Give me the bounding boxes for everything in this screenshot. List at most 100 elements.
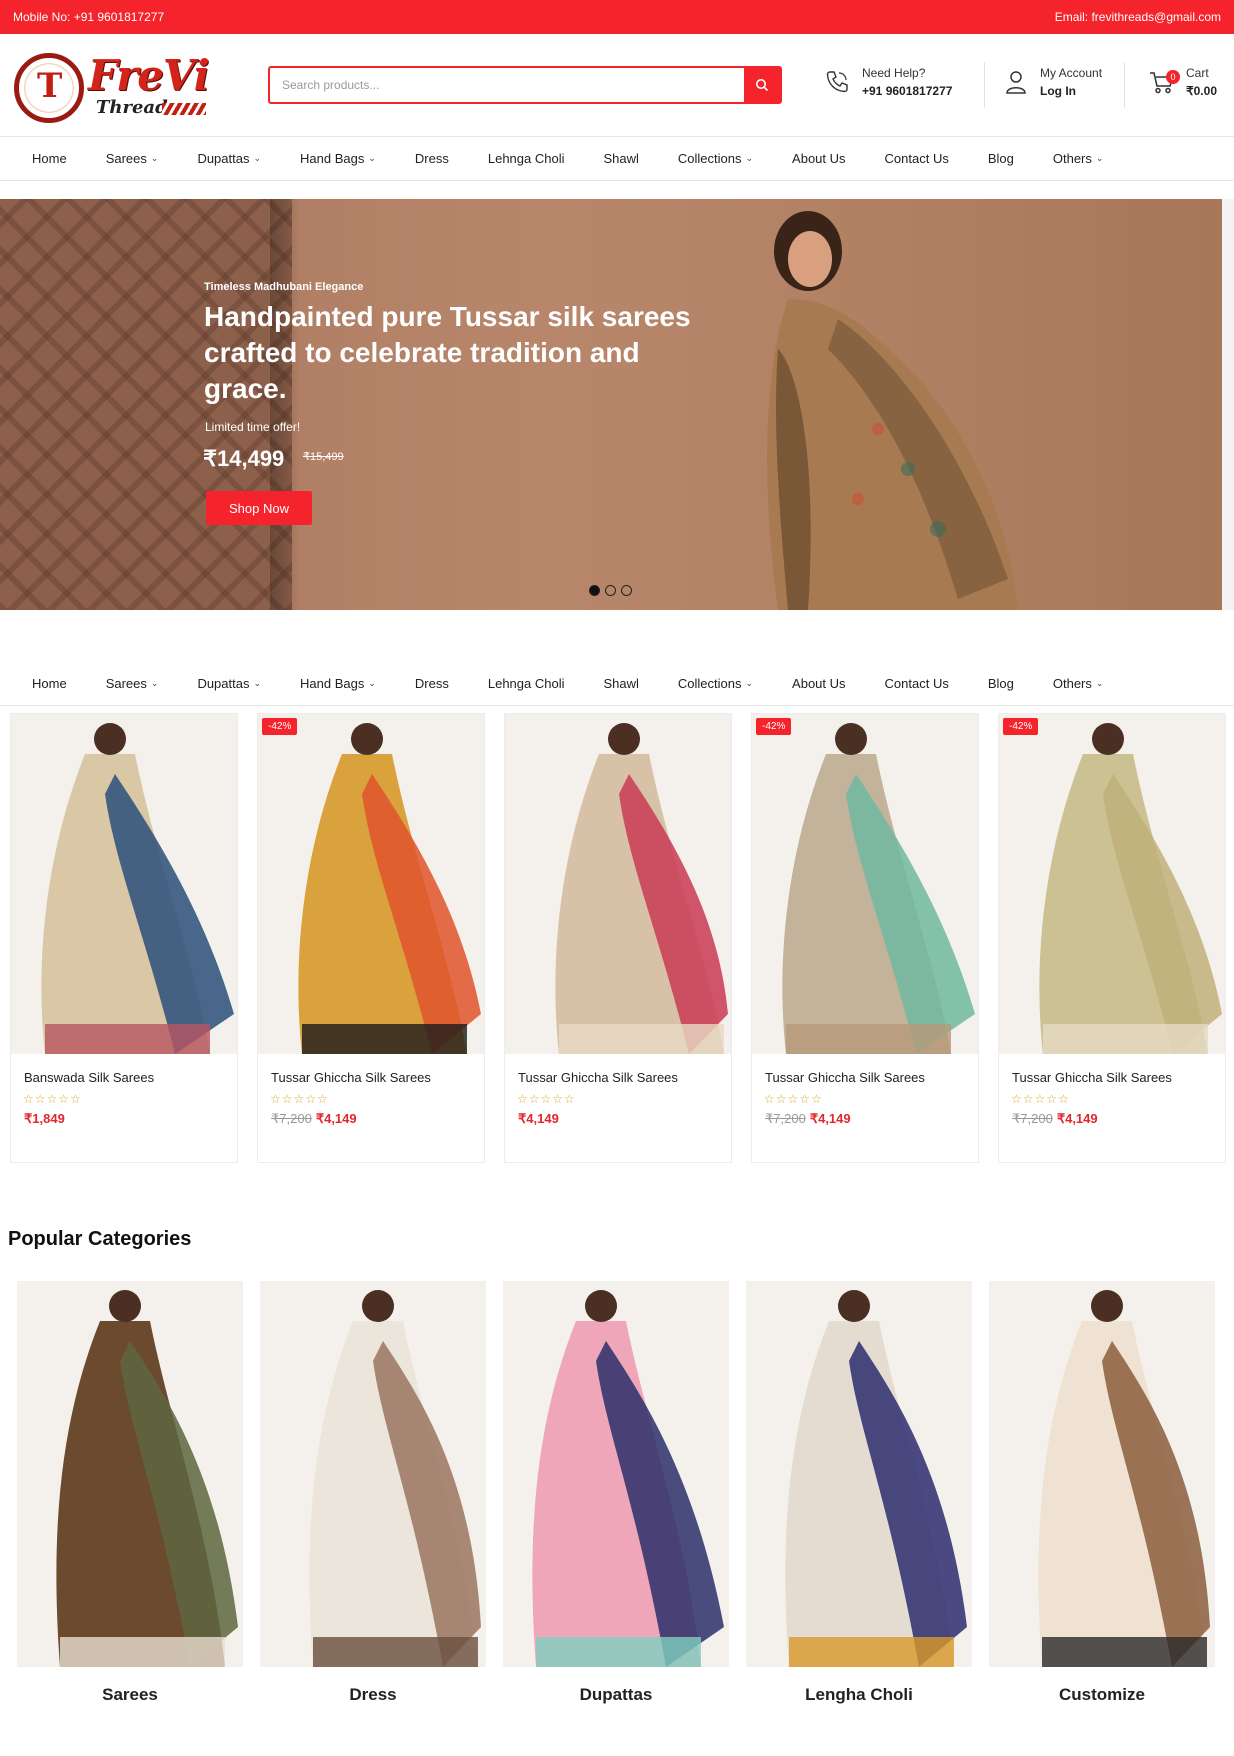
sale-price: ₹4,149 [1056, 1111, 1098, 1126]
product-image[interactable]: -42% [258, 714, 484, 1054]
category-card-dress[interactable]: Dress [260, 1281, 486, 1705]
nav-item-others[interactable]: Others ⌄ [1053, 676, 1104, 691]
chevron-down-icon: ⌄ [368, 153, 376, 163]
nav-item-collections[interactable]: Collections ⌄ [678, 676, 753, 691]
nav-item-label: Shawl [603, 151, 639, 166]
star-rating: ☆☆☆☆☆ [1011, 1092, 1070, 1106]
nav-item-label: Dress [414, 676, 449, 691]
help-phone: +91 9601817277 [862, 84, 953, 98]
product-card[interactable]: -42% Tussar Ghiccha Silk Sarees ☆☆☆☆☆ ₹7,20… [257, 713, 485, 1163]
slider-dot[interactable] [621, 585, 632, 596]
category-label[interactable]: Dress [260, 1685, 486, 1705]
sale-price: ₹4,149 [518, 1111, 559, 1126]
nav-item-blog[interactable]: Blog [988, 676, 1014, 691]
category-card-sarees[interactable]: Sarees [17, 1281, 243, 1705]
nav-item-home[interactable]: Home [32, 676, 67, 691]
product-image[interactable]: -42% [999, 714, 1225, 1054]
nav-item-about-us[interactable]: About Us [792, 676, 845, 691]
product-image[interactable] [11, 714, 237, 1054]
email-address[interactable]: Email: frevithreads@gmail.com [1055, 10, 1221, 24]
nav-item-contact-us[interactable]: Contact Us [885, 676, 949, 691]
nav-item-collections[interactable]: Collections ⌄ [678, 151, 753, 166]
old-price: ₹7,200 [1012, 1111, 1053, 1126]
discount-badge: -42% [756, 718, 792, 735]
category-image-art [260, 1281, 486, 1667]
category-label[interactable]: Sarees [17, 1685, 243, 1705]
product-name[interactable]: Tussar Ghiccha Silk Sarees [765, 1070, 925, 1085]
logo[interactable]: FreVi Threads [12, 47, 210, 123]
product-card[interactable]: Banswada Silk Sarees ☆☆☆☆☆ ₹1,849 [10, 713, 238, 1163]
product-card[interactable]: -42% Tussar Ghiccha Silk Sarees ☆☆☆☆☆ ₹7,20… [998, 713, 1226, 1163]
nav-item-about-us[interactable]: About Us [792, 151, 845, 166]
nav-item-shawl[interactable]: Shawl [603, 151, 638, 166]
nav-item-dress[interactable]: Dress [415, 151, 449, 166]
nav-item-sarees[interactable]: Sarees ⌄ [106, 151, 159, 166]
product-card[interactable]: Tussar Ghiccha Silk Sarees ☆☆☆☆☆ ₹4,149 [504, 713, 732, 1163]
category-image-art [503, 1281, 729, 1667]
cart-block[interactable]: 0 Cart ₹0.00 [1148, 66, 1217, 98]
nav-item-hand-bags[interactable]: Hand Bags ⌄ [300, 676, 376, 691]
category-label[interactable]: Customize [989, 1685, 1215, 1705]
product-price: ₹1,849 [24, 1111, 65, 1127]
nav-item-label: Sarees [105, 151, 147, 166]
category-list: Sarees Dress Dupattas Lengha Choli Customize [17, 1281, 1215, 1705]
product-name[interactable]: Tussar Ghiccha Silk Sarees [518, 1070, 678, 1085]
old-price: ₹7,200 [765, 1111, 806, 1126]
nav-item-home[interactable]: Home [32, 151, 67, 166]
category-image[interactable] [260, 1281, 486, 1667]
nav-item-lehnga-choli[interactable]: Lehnga Choli [488, 676, 565, 691]
chevron-down-icon: ⌄ [150, 153, 159, 163]
logo-stripes [162, 103, 206, 115]
shop-now-button[interactable]: Shop Now [206, 491, 312, 525]
nav-item-shawl[interactable]: Shawl [603, 676, 638, 691]
nav-item-label: Hand Bags [300, 151, 365, 166]
slider-dot[interactable] [605, 585, 616, 596]
category-card-dupattas[interactable]: Dupattas [503, 1281, 729, 1705]
nav-item-dupattas[interactable]: Dupattas ⌄ [197, 151, 261, 166]
nav-item-sarees[interactable]: Sarees ⌄ [106, 676, 159, 691]
product-price: ₹4,149 [518, 1111, 559, 1127]
product-card[interactable]: -42% Tussar Ghiccha Silk Sarees ☆☆☆☆☆ ₹7,20… [751, 713, 979, 1163]
slider-dot[interactable] [589, 585, 600, 596]
nav-item-hand-bags[interactable]: Hand Bags ⌄ [300, 151, 376, 166]
header: FreVi Threads Need Help? +91 9601817277 … [0, 34, 1234, 137]
nav-item-blog[interactable]: Blog [988, 151, 1014, 166]
popular-categories-title: Popular Categories [8, 1228, 192, 1250]
hero-old-price: ₹15,499 [303, 451, 344, 463]
nav-item-contact-us[interactable]: Contact Us [885, 151, 949, 166]
nav-item-dress[interactable]: Dress [415, 676, 449, 691]
product-image[interactable] [505, 714, 731, 1054]
category-label[interactable]: Dupattas [503, 1685, 729, 1705]
product-image[interactable]: -42% [752, 714, 978, 1054]
account-block[interactable]: My Account Log In [1004, 66, 1102, 98]
help-block[interactable]: Need Help? +91 9601817277 [824, 66, 952, 98]
product-name[interactable]: Tussar Ghiccha Silk Sarees [1012, 1070, 1172, 1085]
product-name[interactable]: Banswada Silk Sarees [24, 1070, 154, 1085]
nav-item-dupattas[interactable]: Dupattas ⌄ [197, 676, 261, 691]
sale-price: ₹4,149 [315, 1111, 357, 1126]
phone-icon [826, 71, 848, 93]
category-card-customize[interactable]: Customize [989, 1281, 1215, 1705]
nav-item-lehnga-choli[interactable]: Lehnga Choli [488, 151, 565, 166]
product-price: ₹7,200 ₹4,149 [1012, 1111, 1098, 1127]
category-image[interactable] [503, 1281, 729, 1667]
chevron-down-icon: ⌄ [745, 153, 754, 163]
sale-price: ₹1,849 [24, 1111, 65, 1126]
login-link[interactable]: Log In [1040, 84, 1102, 98]
product-name[interactable]: Tussar Ghiccha Silk Sarees [271, 1070, 431, 1085]
nav-item-others[interactable]: Others ⌄ [1053, 151, 1104, 166]
category-image[interactable] [746, 1281, 972, 1667]
cart-label: Cart [1186, 66, 1209, 80]
search-button[interactable] [744, 68, 780, 102]
category-image[interactable] [989, 1281, 1215, 1667]
discount-badge: -42% [262, 718, 298, 735]
category-card-lengha-choli[interactable]: Lengha Choli [746, 1281, 972, 1705]
user-icon [1006, 71, 1026, 94]
sale-price: ₹4,149 [809, 1111, 851, 1126]
category-image[interactable] [17, 1281, 243, 1667]
slider-dots [589, 585, 632, 596]
category-label[interactable]: Lengha Choli [746, 1685, 972, 1705]
search-input[interactable] [270, 68, 744, 102]
star-rating: ☆☆☆☆☆ [23, 1092, 82, 1106]
product-image-art [505, 714, 731, 1054]
